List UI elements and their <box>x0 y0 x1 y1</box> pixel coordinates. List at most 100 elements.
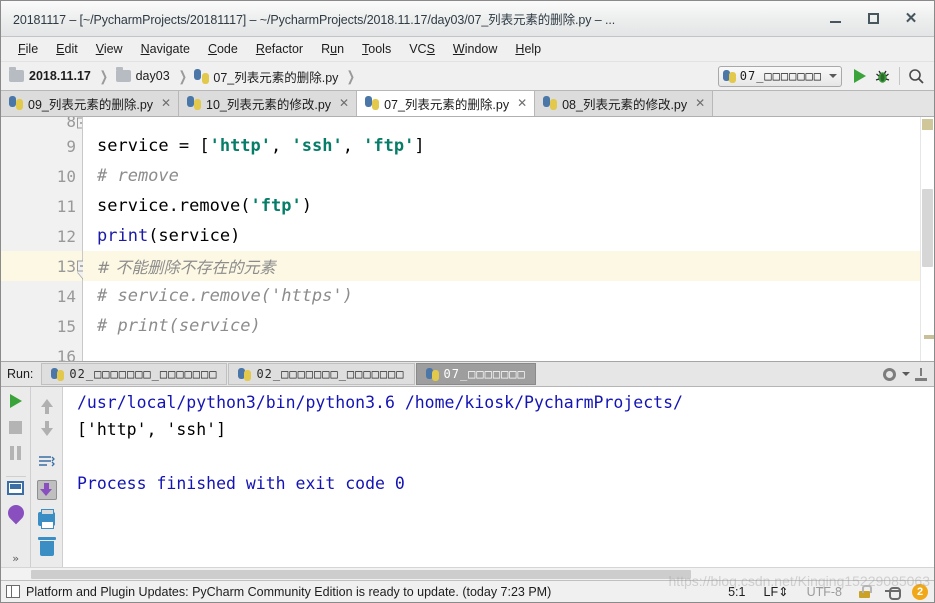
maximize-button[interactable] <box>854 4 892 34</box>
close-icon[interactable]: ✕ <box>338 96 350 110</box>
string-literal: 'ftp' <box>363 136 415 156</box>
status-message[interactable]: Platform and Plugin Updates: PyCharm Com… <box>26 585 551 599</box>
close-button[interactable]: ✕ <box>892 4 930 34</box>
encoding[interactable]: UTF-8 <box>798 585 851 599</box>
run-label: Run: <box>7 367 34 381</box>
code-line-10[interactable]: # remove <box>83 161 934 191</box>
gutter-line-8[interactable]: 8 <box>1 117 82 131</box>
print-icon[interactable] <box>37 509 57 529</box>
gutter-line-15[interactable]: 15 <box>1 311 82 341</box>
hscroll-thumb[interactable] <box>31 570 691 579</box>
code-line-9[interactable]: service = ['http', 'ssh', 'ftp'] <box>83 131 934 161</box>
menu-item-vcs[interactable]: VCS <box>400 39 444 59</box>
folder-icon <box>115 67 131 82</box>
comment: # print(service) <box>97 316 261 336</box>
pause-icon[interactable] <box>6 445 26 462</box>
breadcrumb-label: 2018.11.17 <box>29 69 91 83</box>
menu-item-navigate[interactable]: Navigate <box>132 39 199 59</box>
breadcrumb-item-1[interactable]: day03 <box>115 67 170 83</box>
code-fold-icon[interactable] <box>77 117 82 129</box>
editor-tab-1[interactable]: 10_列表元素的修改.py ✕ <box>179 91 358 116</box>
line-separator[interactable]: LF⇕ <box>755 584 798 599</box>
console-output[interactable]: /usr/local/python3/bin/python3.6 /home/k… <box>63 387 934 567</box>
rerun-icon[interactable] <box>6 393 26 410</box>
code-line-12[interactable]: print (service) <box>83 221 934 251</box>
arrow-down-icon[interactable] <box>37 421 57 442</box>
gutter-line-9[interactable]: 9 <box>1 131 82 161</box>
gutter-line-10[interactable]: 10 <box>1 161 82 191</box>
close-icon[interactable]: ✕ <box>694 96 706 110</box>
caret-position[interactable]: 5:1 <box>719 585 754 599</box>
folder-icon <box>9 67 24 82</box>
scrollbar-thumb[interactable] <box>922 189 933 267</box>
breadcrumb-label: 07_列表元素的删除.py <box>213 70 339 85</box>
editor-tab-label: 08_列表元素的修改.py <box>562 97 688 112</box>
python-file-icon <box>543 96 558 110</box>
code-content[interactable]: service = ['http', 'ssh', 'ftp'] # remove… <box>83 117 934 361</box>
console-line-1: ['http', 'ssh'] <box>77 420 227 439</box>
menu-item-view[interactable]: View <box>87 39 132 59</box>
breadcrumb-item-0[interactable]: 2018.11.17 <box>9 67 91 83</box>
run-tab-1[interactable]: 02_□□□□□□□_□□□□□□□ <box>228 363 415 385</box>
gutter-line-16[interactable]: 16 <box>1 341 82 362</box>
notification-badge[interactable]: 2 <box>912 583 928 600</box>
run-tab-0[interactable]: 02_□□□□□□□_□□□□□□□ <box>41 363 228 385</box>
toolbar-separator <box>899 67 900 85</box>
stop-icon[interactable] <box>6 419 26 436</box>
comment: # 不能删除不存在的元素 <box>97 258 276 277</box>
menu-item-run[interactable]: Run <box>312 39 353 59</box>
expand-icon[interactable]: » <box>6 550 26 567</box>
inspections-icon[interactable] <box>885 585 901 600</box>
run-tab-2[interactable]: 07_□□□□□□□ <box>415 363 536 385</box>
window-title: 20181117 – [~/PycharmProjects/20181117] … <box>13 13 616 27</box>
console-horizontal-scrollbar[interactable] <box>1 567 934 580</box>
code-line-16[interactable] <box>83 341 934 361</box>
menu-item-window[interactable]: Window <box>444 39 506 59</box>
menu-item-file[interactable]: File <box>9 39 47 59</box>
editor-tab-0[interactable]: 09_列表元素的删除.py ✕ <box>1 91 180 116</box>
code-line-8[interactable] <box>83 117 934 131</box>
builtin-function: print <box>97 226 149 246</box>
code-line-13[interactable]: # 不能删除不存在的元素 <box>83 251 934 281</box>
code-line-14[interactable]: # service.remove('https') <box>83 281 934 311</box>
editor-scrollbar[interactable] <box>920 117 934 361</box>
chevron-down-icon[interactable] <box>902 372 910 376</box>
gutter-line-13[interactable]: 13 <box>1 251 88 281</box>
console-line-3[interactable]: Process finished with exit code 0 <box>77 474 934 501</box>
menu-item-help[interactable]: Help <box>506 39 550 59</box>
breadcrumb-item-2[interactable]: 07_列表元素的删除.py <box>194 67 338 86</box>
menu-item-edit[interactable]: Edit <box>47 39 87 59</box>
gutter-line-12[interactable]: 12 <box>1 221 82 251</box>
updates-icon[interactable] <box>6 585 20 598</box>
soft-wrap-icon[interactable] <box>37 451 57 471</box>
run-console-right-toolbar <box>31 387 63 567</box>
menu-item-tools[interactable]: Tools <box>353 39 400 59</box>
pin-icon[interactable] <box>4 501 27 525</box>
trash-icon[interactable] <box>37 536 57 558</box>
hide-panel-icon[interactable] <box>914 367 928 381</box>
close-icon[interactable]: ✕ <box>516 96 528 110</box>
settings-gear-icon[interactable] <box>883 367 896 381</box>
run-configuration-selector[interactable]: 07_□□□□□□□ <box>717 65 842 87</box>
breadcrumb-label: day03 <box>135 69 170 83</box>
menu-item-code[interactable]: Code <box>199 39 247 59</box>
code-line-15[interactable]: # print(service) <box>83 311 934 341</box>
run-button[interactable] <box>848 65 871 88</box>
editor-gutter[interactable]: 8 9 10 11 12 13 14 15 16 <box>1 117 88 362</box>
menu-item-refactor[interactable]: Refactor <box>247 39 312 59</box>
close-icon[interactable]: ✕ <box>160 96 172 110</box>
editor-tab-2[interactable]: 07_列表元素的删除.py ✕ <box>357 91 536 116</box>
search-everywhere-button[interactable] <box>905 65 928 88</box>
gutter-line-11[interactable]: 11 <box>1 191 82 221</box>
arrow-up-icon[interactable] <box>37 393 57 414</box>
code-line-11[interactable]: service.remove('ftp') <box>83 191 934 221</box>
console-line-0[interactable]: /usr/local/python3/bin/python3.6 /home/k… <box>77 393 934 420</box>
run-configuration-label: 07_□□□□□□□ <box>739 69 822 83</box>
minimize-button[interactable] <box>816 4 854 34</box>
gutter-line-14[interactable]: 14 <box>1 281 82 311</box>
debug-button[interactable] <box>871 65 894 88</box>
layout-icon[interactable] <box>5 476 26 496</box>
scroll-to-end-icon[interactable] <box>36 480 57 500</box>
editor-tab-3[interactable]: 08_列表元素的修改.py ✕ <box>535 91 714 116</box>
lock-icon[interactable] <box>858 585 872 598</box>
